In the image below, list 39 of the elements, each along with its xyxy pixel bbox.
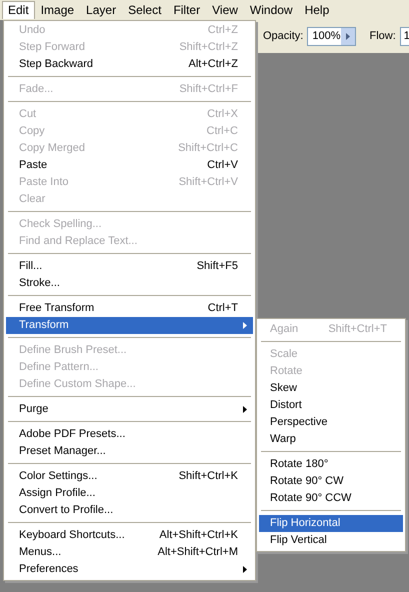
menu-item[interactable]: Convert to Profile...: [6, 502, 253, 519]
menu-item[interactable]: Distort: [259, 397, 403, 414]
submenu-arrow-icon: [243, 322, 247, 329]
menu-item[interactable]: Flip Horizontal: [259, 515, 403, 532]
menu-item[interactable]: Perspective: [259, 414, 403, 431]
menu-item[interactable]: Stroke...: [6, 275, 253, 292]
menu-item[interactable]: Adobe PDF Presets...: [6, 426, 253, 443]
flow-field[interactable]: 1: [400, 27, 409, 46]
menu-item[interactable]: Purge: [6, 401, 253, 418]
menu-item[interactable]: Skew: [259, 380, 403, 397]
menu-item[interactable]: Rotate 90° CCW: [259, 490, 403, 507]
menu-bar-item[interactable]: Select: [122, 1, 168, 19]
menu-item[interactable]: Menus... Alt+Shift+Ctrl+M: [6, 544, 253, 561]
menu-bar-item[interactable]: Image: [34, 1, 80, 19]
menu-item[interactable]: Assign Profile...: [6, 485, 253, 502]
menu-item[interactable]: Preferences: [6, 561, 253, 578]
menu-bar-item[interactable]: Filter: [167, 1, 206, 19]
submenu-arrow-icon: [243, 406, 247, 413]
menu-bar-item[interactable]: View: [206, 1, 244, 19]
opacity-label: Opacity:: [263, 29, 304, 44]
flow-label: Flow:: [370, 29, 396, 44]
menu-item[interactable]: Fill... Shift+F5: [6, 258, 253, 275]
menu-item[interactable]: Preset Manager...: [6, 443, 253, 460]
menu-item[interactable]: Warp: [259, 431, 403, 448]
menu-bar-item[interactable]: Layer: [80, 1, 122, 19]
menu-bar-item[interactable]: Window: [244, 1, 299, 19]
opacity-field[interactable]: 100%: [307, 27, 356, 46]
menu-item[interactable]: Transform: [6, 317, 253, 334]
menu-item[interactable]: Color Settings... Shift+Ctrl+K: [6, 468, 253, 485]
menu-item[interactable]: Rotate 90° CW: [259, 473, 403, 490]
menu-item[interactable]: Flip Vertical: [259, 532, 403, 549]
menu-item[interactable]: Keyboard Shortcuts... Alt+Shift+Ctrl+K: [6, 527, 253, 544]
menu-item[interactable]: Rotate 180°: [259, 456, 403, 473]
menu-item[interactable]: Free Transform Ctrl+T: [6, 300, 253, 317]
menu-item[interactable]: Paste Ctrl+V: [6, 157, 253, 174]
menu-bar-item[interactable]: Edit: [2, 1, 35, 19]
menu-item[interactable]: Step Backward Alt+Ctrl+Z: [6, 56, 253, 73]
submenu-arrow-icon: [243, 566, 247, 573]
menu-bar-item[interactable]: Help: [298, 1, 336, 19]
